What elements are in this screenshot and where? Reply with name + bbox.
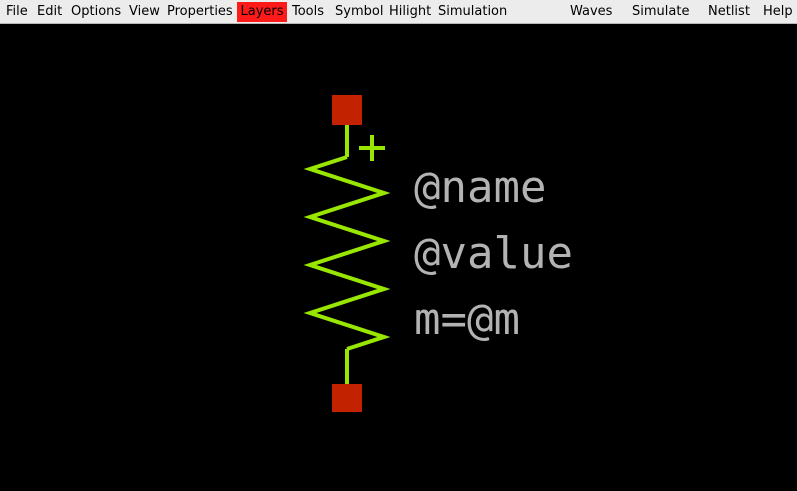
- polarity-plus-icon: [359, 135, 385, 161]
- menu-hilight[interactable]: Hilight: [387, 2, 433, 22]
- menu-simulate[interactable]: Simulate: [630, 2, 691, 22]
- menu-symbol[interactable]: Symbol: [333, 2, 385, 22]
- attr-value-text[interactable]: @value: [414, 228, 573, 279]
- menu-view[interactable]: View: [127, 2, 162, 22]
- menu-options[interactable]: Options: [69, 2, 123, 22]
- menu-file[interactable]: File: [4, 2, 30, 22]
- menu-waves[interactable]: Waves: [568, 2, 614, 22]
- attr-multiplier-text[interactable]: m=@m: [414, 294, 520, 345]
- resistor-symbol[interactable]: @name @value m=@m: [0, 24, 797, 491]
- resistor-zigzag: [303, 155, 391, 351]
- menu-simulation[interactable]: Simulation: [436, 2, 509, 22]
- bottom-pin[interactable]: [332, 384, 362, 412]
- attr-name-text[interactable]: @name: [414, 162, 546, 213]
- menu-tools[interactable]: Tools: [290, 2, 326, 22]
- menu-properties[interactable]: Properties: [165, 2, 235, 22]
- menu-layers[interactable]: Layers: [237, 2, 287, 22]
- menu-bar: File Edit Options View Properties Layers…: [0, 0, 797, 24]
- menu-edit[interactable]: Edit: [35, 2, 64, 22]
- menu-help[interactable]: Help: [761, 2, 795, 22]
- top-pin[interactable]: [332, 95, 362, 125]
- schematic-canvas[interactable]: @name @value m=@m: [0, 24, 797, 491]
- menu-netlist[interactable]: Netlist: [706, 2, 752, 22]
